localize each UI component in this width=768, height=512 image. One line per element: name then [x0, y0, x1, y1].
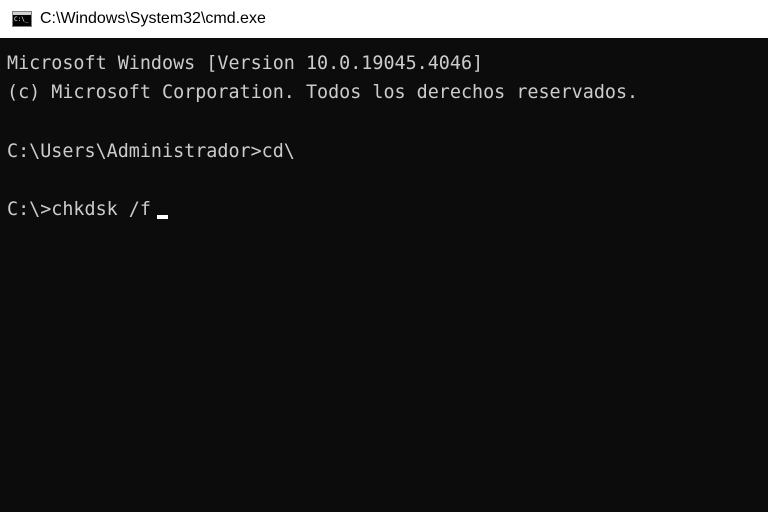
console-line-copyright: (c) Microsoft Corporation. Todos los der… — [7, 82, 639, 104]
console-line-cd-command: C:\Users\Administrador>cd\ — [7, 140, 295, 162]
current-command-text: C:\>chkdsk /f — [7, 199, 151, 221]
console-line-version: Microsoft Windows [Version 10.0.19045.40… — [7, 53, 484, 74]
icon-prompt-glyph: C:\_ — [14, 16, 29, 23]
console-output[interactable]: Microsoft Windows [Version 10.0.19045.40… — [0, 38, 768, 512]
text-cursor — [156, 215, 168, 220]
icon-titlebar-strip — [13, 12, 31, 15]
cmd-console-icon: C:\_ — [12, 11, 32, 27]
window-title: C:\Windows\System32\cmd.exe — [40, 10, 266, 27]
cmd-window: C:\_ C:\Windows\System32\cmd.exe Microso… — [0, 0, 768, 512]
title-bar[interactable]: C:\_ C:\Windows\System32\cmd.exe — [0, 0, 768, 38]
command-input-line[interactable]: C:\>chkdsk /f — [7, 195, 768, 224]
